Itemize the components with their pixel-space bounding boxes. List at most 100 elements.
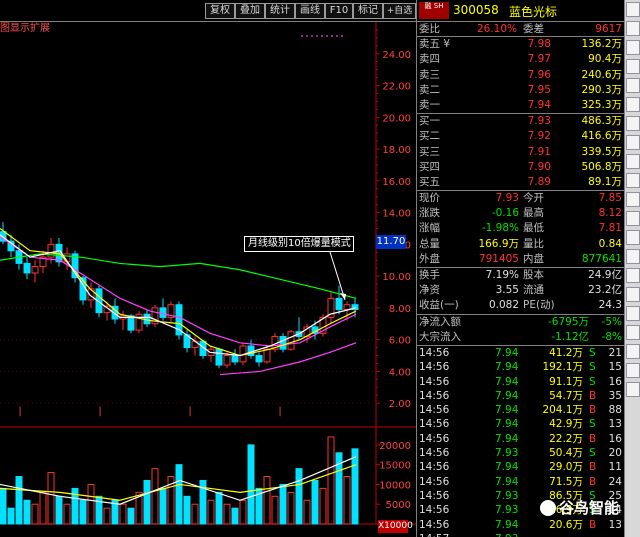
tick-row[interactable]: 14:56 7.94 41.2万 S 21 (417, 346, 624, 360)
tick-time: 14:56 (419, 346, 450, 359)
tick-price: 7.93 (495, 447, 519, 460)
candle-body (215, 348, 223, 366)
tick-volume: 41.2万 (549, 346, 583, 359)
tick-volume: 204.1万 (542, 404, 583, 417)
tick-volume: 20.6万 (549, 518, 583, 531)
fund-value: 24.3 (598, 299, 622, 312)
side-tool-button[interactable] (626, 192, 640, 207)
side-tool-button[interactable] (626, 154, 640, 169)
tick-row[interactable]: 14:56 7.94 192.1万 S 15 (417, 360, 624, 374)
side-tool-button[interactable] (626, 382, 640, 397)
tick-volume: 71.5万 (549, 475, 583, 488)
tick-row[interactable]: 14:56 7.94 54.7万 B 35 (417, 389, 624, 403)
side-tool-button[interactable] (626, 268, 640, 283)
tick-count: 16 (608, 375, 622, 388)
stat-value: 7.81 (598, 222, 622, 235)
price-tick-label: 24.00 (382, 50, 411, 61)
tick-row[interactable]: 14:56 7.94 20.6万 B 13 (417, 518, 624, 532)
tick-volume: 91.1万 (549, 375, 583, 388)
stat-value: 0.84 (598, 237, 622, 250)
side-tool-button[interactable] (626, 230, 640, 245)
tick-volume: 50.4万 (549, 447, 583, 460)
x-axis-marker: | (188, 406, 191, 417)
volume-bar (55, 495, 63, 525)
ask-price: 7.95 (527, 83, 551, 96)
tick-row[interactable]: 14:57 7.93 (417, 532, 624, 537)
tick-time: 14:56 (419, 389, 450, 402)
side-tool-button[interactable] (626, 40, 640, 55)
tick-row[interactable]: 14:56 7.94 22.2万 B 16 (417, 432, 624, 446)
bid-volume: 416.6万 (581, 130, 622, 143)
fund-value: 0.082 (488, 299, 519, 312)
tick-side: S (589, 361, 596, 374)
price-tick-label: 22.00 (382, 82, 411, 93)
quote-panel: 融 SH 300058 蓝色光标 委比 26.10% 委差 9617 卖五 ¥ 7… (416, 0, 624, 537)
bid-row: 买五 7.89 89.1万 (417, 175, 624, 190)
volume-bar (175, 464, 183, 525)
indicator-dot (341, 35, 343, 37)
bid-price: 7.89 (527, 175, 551, 188)
bid-volume: 486.3万 (581, 115, 622, 128)
side-tool-button[interactable] (626, 325, 640, 340)
flow-row: 大宗流入 -1.12亿 -8% (417, 330, 624, 345)
bid-price: 7.90 (527, 160, 551, 173)
flow-value: -6795万 (547, 315, 589, 328)
volume-bar (127, 507, 135, 525)
tick-price: 7.94 (495, 404, 519, 417)
side-tool-button[interactable] (626, 97, 640, 112)
side-tool-button[interactable] (626, 59, 640, 74)
stat-label: 最高 (523, 207, 544, 220)
side-tool-button[interactable] (626, 306, 640, 321)
fund-row: 净资 3.55 流通 23.2亿 (417, 283, 624, 298)
volume-tick-label: 5000 (386, 500, 411, 511)
side-tool-button[interactable] (626, 21, 640, 36)
side-toolbar (624, 0, 640, 537)
indicator-dot (311, 35, 313, 37)
candle-body (223, 355, 231, 366)
bid-label: 买三 (419, 145, 440, 158)
side-tool-button[interactable] (626, 78, 640, 93)
side-tool-button[interactable] (626, 249, 640, 264)
side-tool-button[interactable] (626, 211, 640, 226)
ask-row: 卖三 7.96 240.6万 (417, 68, 624, 83)
tick-row[interactable]: 14:56 7.94 204.1万 B 88 (417, 403, 624, 417)
stat-row: 外盘 791405 内盘 877641 (417, 252, 624, 267)
tick-row[interactable]: 14:56 7.94 91.1万 S 16 (417, 375, 624, 389)
side-tool-button[interactable] (626, 287, 640, 302)
bid-volume: 506.8万 (581, 160, 622, 173)
side-tool-button[interactable] (626, 344, 640, 359)
ask-price: 7.98 (527, 38, 551, 51)
tick-row[interactable]: 14:56 7.94 42.9万 S 13 (417, 417, 624, 431)
volume-unit-label: X10000 (378, 520, 413, 533)
tick-row[interactable]: 14:56 7.94 71.5万 B 24 (417, 475, 624, 489)
tick-row[interactable]: 14:56 7.94 29.0万 B 11 (417, 460, 624, 474)
ask-volume: 325.3万 (581, 98, 622, 111)
flow-label: 大宗流入 (419, 330, 461, 343)
ask-row: 卖五 ¥ 7.98 136.2万 (417, 37, 624, 52)
volume-bar (271, 495, 279, 525)
fund-value: 24.9亿 (588, 269, 622, 281)
indicator-dot (301, 35, 303, 37)
side-tool-button[interactable] (626, 173, 640, 188)
chart-extension-label[interactable]: 图显示扩展 (0, 22, 50, 36)
bid-label: 买四 (419, 160, 440, 173)
side-tool-button[interactable] (626, 2, 640, 17)
tick-time: 14:56 (419, 461, 450, 474)
candlestick-chart[interactable]: 24.0022.0020.0018.0016.0014.0012.0010.00… (0, 0, 416, 537)
side-tool-button[interactable] (626, 135, 640, 150)
fund-flow: 净流入额 -6795万 -5% 大宗流入 -1.12亿 -8% (417, 315, 624, 346)
candle-body (135, 313, 143, 331)
volume-bar (63, 503, 71, 525)
tick-time: 14:56 (419, 375, 450, 388)
flow-value: -1.12亿 (551, 330, 589, 343)
tick-row[interactable]: 14:56 7.93 50.4万 S 20 (417, 446, 624, 460)
tick-volume: 192.1万 (542, 361, 583, 374)
tick-time: 14:56 (419, 447, 450, 460)
tick-price: 7.93 (495, 489, 519, 502)
price-tick-label: 20.00 (382, 113, 411, 124)
ask-price: 7.94 (527, 98, 551, 111)
side-tool-button[interactable] (626, 363, 640, 378)
weicha-label: 委差 (523, 23, 544, 35)
tick-time: 14:56 (419, 489, 450, 502)
side-tool-button[interactable] (626, 116, 640, 131)
